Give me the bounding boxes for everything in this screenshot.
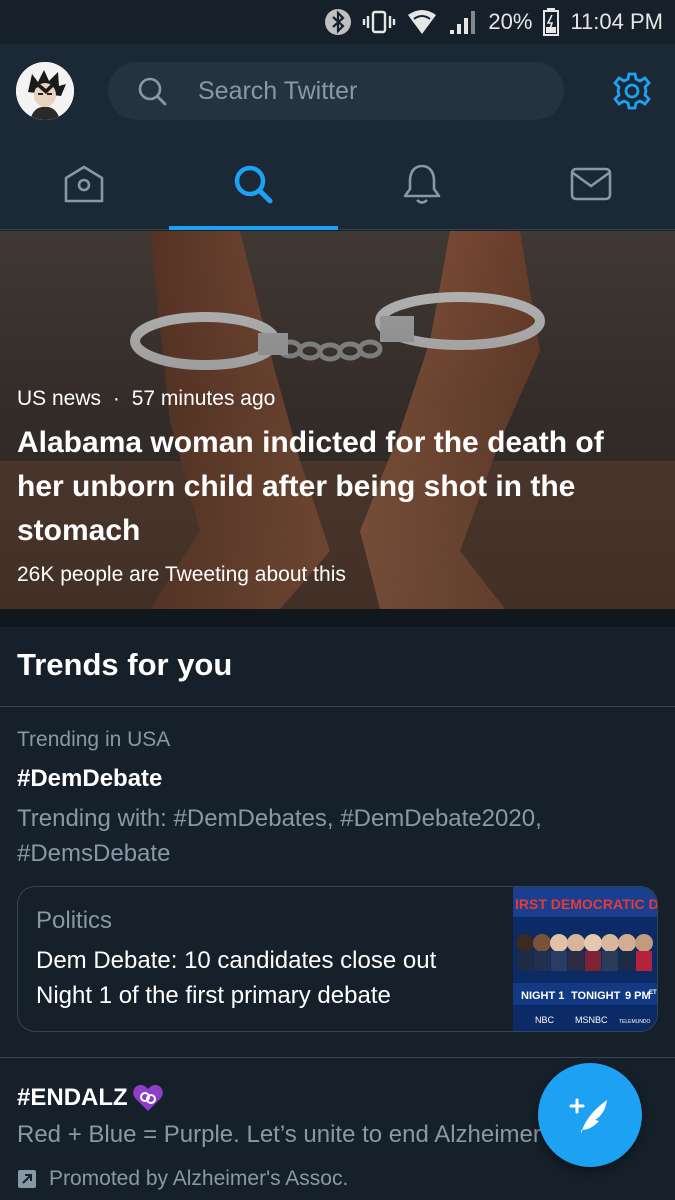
tab-search[interactable] <box>168 138 338 230</box>
thumb-network-nbc: NBC <box>535 1015 555 1025</box>
gear-icon[interactable] <box>611 70 653 112</box>
event-time: 57 minutes ago <box>131 387 276 410</box>
thumb-night-text: NIGHT 1 <box>521 990 564 1002</box>
promoted-icon <box>18 1170 36 1188</box>
app-header <box>0 44 675 138</box>
trend-context: Trending in USA <box>17 728 171 751</box>
promoted-label: Promoted by Alzheimer's Assoc. <box>17 1167 348 1191</box>
card-category: Politics <box>36 907 113 934</box>
home-icon <box>65 165 104 202</box>
thumb-tonight-text: TONIGHT <box>571 990 621 1002</box>
thumb-time-zone-text: ET <box>649 990 657 996</box>
meta-separator: · <box>112 387 120 410</box>
clock: 11:04 PM <box>570 9 663 34</box>
tab-home[interactable] <box>0 138 169 229</box>
trend-item[interactable]: Trending in USA #DemDebate Trending with… <box>0 708 675 1058</box>
bell-icon <box>403 164 441 204</box>
event-meta: US news · 57 minutes ago <box>17 387 275 411</box>
compose-tweet-icon <box>569 1098 607 1134</box>
bluetooth-icon <box>324 8 352 36</box>
mail-icon <box>570 167 611 200</box>
thumb-banner-text: IRST DEMOCRATIC DI <box>515 896 658 912</box>
compose-tweet-button[interactable] <box>538 1063 642 1167</box>
trend-related: Trending with: #DemDebates, #DemDebate20… <box>17 805 542 867</box>
battery-icon <box>542 7 560 37</box>
search-icon <box>234 165 273 203</box>
trend-description: Red + Blue = Purple. Let’s unite to end … <box>17 1121 559 1148</box>
trend-hashtag: #ENDALZ <box>17 1084 128 1111</box>
avatar[interactable] <box>16 62 74 120</box>
trend-name: #DemDebate <box>17 765 163 792</box>
status-bar: 20% 11:04 PM <box>0 0 675 44</box>
tab-bar <box>0 138 675 230</box>
event-category: US news <box>17 387 102 410</box>
vibrate-icon <box>362 8 396 36</box>
trends-title: Trends for you <box>17 647 233 682</box>
signal-icon <box>448 8 478 36</box>
promoted-text: Promoted by Alzheimer's Assoc. <box>49 1167 349 1190</box>
event-headline: Alabama woman indicted for the death of … <box>17 426 604 547</box>
event-tweet-count: 26K people are Tweeting about this <box>17 563 346 586</box>
search-icon <box>138 77 167 106</box>
thumb-time-text: 9 PM <box>625 990 651 1002</box>
trends-section-header: Trends for you <box>0 627 675 707</box>
search-input[interactable] <box>198 76 538 106</box>
card-headline: Dem Debate: 10 candidates close out Nigh… <box>36 947 437 1009</box>
trend-name: #ENDALZ <box>17 1083 164 1113</box>
section-divider <box>0 609 675 627</box>
card-thumbnail: IRST DEMOCRATIC DI NIGHT 1 TONIGHT 9 PM … <box>513 887 658 1031</box>
thumb-network-telemundo: TELEMUNDO <box>619 1019 651 1025</box>
news-card[interactable]: Politics Dem Debate: 10 candidates close… <box>17 886 658 1032</box>
purple-heart-icon <box>132 1085 163 1111</box>
thumb-network-msnbc: MSNBC <box>575 1015 608 1025</box>
tab-notifications[interactable] <box>338 138 507 229</box>
search-bar[interactable] <box>108 62 564 120</box>
tab-messages[interactable] <box>506 138 675 229</box>
featured-event[interactable]: US news · 57 minutes ago Alabama woman i… <box>0 231 675 609</box>
battery-percent: 20% <box>488 9 533 34</box>
wifi-icon <box>406 8 438 36</box>
